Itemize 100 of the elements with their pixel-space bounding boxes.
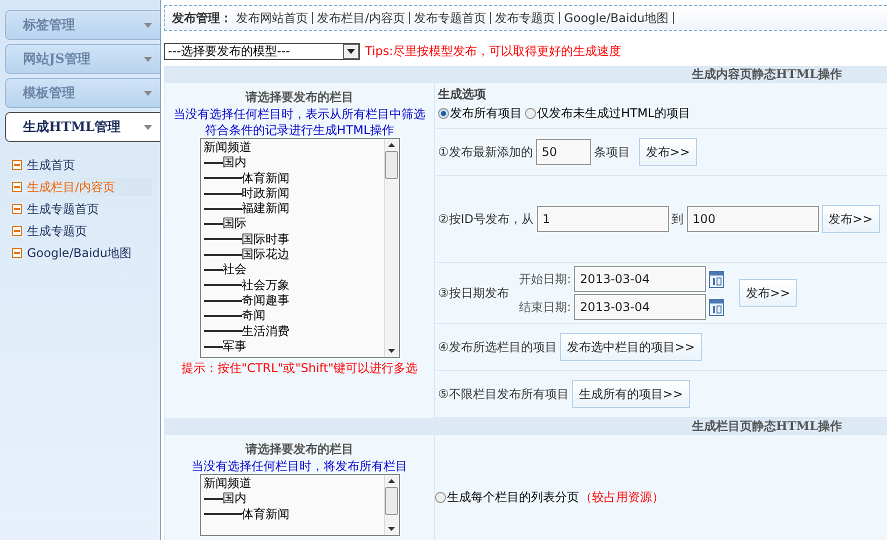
caret-icon (144, 90, 152, 96)
model-select[interactable]: ---选择要发布的模型--- (164, 43, 360, 60)
list-option[interactable]: 国际 (222, 216, 246, 232)
publish-button[interactable]: 发布选中栏目的项目>> (560, 333, 702, 361)
date-field[interactable]: 2013-03-04 (574, 294, 706, 320)
tree-line (204, 223, 222, 226)
options-title: 生成选项 (438, 86, 487, 103)
caret-icon (144, 22, 152, 28)
picker-title: 请选择要发布的栏目 (246, 89, 354, 106)
picker-note: 当没有选择任何栏目时，表示从所有栏目中筛选符合条件的记录进行生成HTML操作 (172, 106, 426, 138)
section-header: 生成内容页静态HTML操作 (164, 66, 887, 83)
collapse-icon (12, 182, 22, 192)
publish-button[interactable]: 发布>> (739, 279, 798, 307)
row-label: ③按日期发布 (438, 284, 510, 302)
list-option[interactable]: 国内 (222, 491, 246, 507)
column-list[interactable]: 新闻频道 国内 体育新闻 时政新闻 福建新闻 国际 国际时事 国际花边 社会 社会万象 奇闻趣事 奇闻 生活消费 军事 (200, 138, 400, 358)
publish-button[interactable]: 发布>> (638, 138, 697, 166)
date-label: 开始日期: (519, 270, 572, 288)
scroll-up-icon[interactable] (388, 143, 395, 147)
list-option[interactable]: 奇闻 (242, 308, 266, 324)
row-label: ①发布最新添加的 (438, 144, 533, 160)
list-option[interactable]: 国际花边 (242, 247, 290, 262)
tree-line (204, 192, 242, 195)
breadcrumb-link[interactable]: 发布网站首页 (232, 12, 313, 24)
section-header: 生成栏目页静态HTML操作 (164, 418, 887, 435)
tree-line (204, 238, 242, 240)
list-option[interactable]: 时政新闻 (242, 186, 290, 202)
tree-line (204, 498, 222, 500)
scroll-thumb[interactable] (385, 487, 398, 515)
list-option[interactable]: 新闻频道 (204, 476, 252, 492)
tree-line (204, 254, 242, 256)
hint-text: 提示：按住"CTRL"或"Shift"键可以进行多选 (181, 360, 418, 377)
tree-line (204, 208, 242, 210)
picker-note: 当没有选择任何栏目时，将发布所有栏目 (192, 458, 408, 474)
radio-label[interactable]: 生成每个栏目的列表分页 (447, 489, 579, 506)
tips-text: Tips:尽里按模型发布，可以取得更好的生成速度 (365, 43, 622, 60)
breadcrumb-link[interactable]: 发布专题首页 (410, 12, 492, 24)
list-option[interactable]: 国内 (222, 155, 246, 171)
tree-line (204, 284, 242, 286)
row-label: ④发布所选栏目的项目 (438, 338, 557, 356)
sidebar-item[interactable]: Google/Baidu地图 (12, 244, 152, 262)
scroll-thumb[interactable] (385, 151, 398, 179)
calendar-icon[interactable] (709, 298, 724, 316)
list-option[interactable]: 社会万象 (242, 278, 290, 293)
collapse-icon (12, 226, 22, 236)
list-option[interactable]: 体育新闻 (242, 506, 290, 522)
sidebar-item[interactable]: 生成专题页 (12, 222, 152, 240)
tree-line (204, 330, 242, 332)
radio-label[interactable]: 发布所有项目 (450, 105, 522, 122)
tree-line (204, 346, 222, 348)
sidebar-item[interactable]: 生成首页 (12, 156, 152, 174)
list-option[interactable]: 奇闻趣事 (242, 292, 290, 308)
warning-text: （较占用资源） (580, 489, 664, 506)
menu-header[interactable]: 生成HTML管理 (5, 112, 160, 142)
caret-icon (144, 124, 152, 130)
radio-button[interactable] (525, 108, 536, 119)
scrollbar[interactable] (384, 475, 398, 535)
count-field[interactable]: 50 (536, 139, 591, 165)
collapse-icon (12, 204, 22, 214)
tree-line (204, 162, 222, 164)
unit-label: 条项目 (594, 144, 630, 160)
scroll-down-icon[interactable] (388, 527, 395, 531)
tree-line (204, 314, 242, 317)
breadcrumb-link[interactable]: 发布栏目/内容页 (313, 12, 410, 24)
to-label: 到 (672, 210, 684, 228)
list-option[interactable]: 军事 (222, 338, 246, 354)
breadcrumb-link[interactable]: 发布专题页 (491, 12, 560, 24)
scroll-up-icon[interactable] (388, 479, 395, 483)
list-option[interactable]: 新闻频道 (204, 140, 252, 156)
list-option[interactable]: 社会 (222, 262, 246, 278)
sidebar-item[interactable]: 生成专题首页 (12, 200, 152, 218)
scrollbar[interactable] (384, 139, 398, 357)
calendar-icon[interactable] (709, 270, 724, 288)
list-option[interactable]: 国际时事 (242, 232, 290, 248)
id-to-field[interactable]: 100 (686, 206, 819, 232)
date-label: 结束日期: (519, 298, 572, 316)
radio-button[interactable] (435, 492, 446, 503)
column-list[interactable]: 新闻频道 国内 体育新闻 (200, 474, 400, 536)
picker-title: 请选择要发布的栏目 (246, 441, 354, 458)
collapse-icon (12, 248, 22, 258)
scroll-down-icon[interactable] (388, 349, 395, 353)
collapse-icon (12, 160, 22, 170)
list-option[interactable]: 生活消费 (242, 324, 290, 339)
tree-line (204, 513, 242, 516)
dropdown-icon (343, 44, 359, 59)
radio-button[interactable] (438, 108, 449, 119)
radio-label[interactable]: 仅发布未生成过HTML的项目 (537, 105, 690, 122)
id-from-field[interactable]: 1 (536, 206, 669, 232)
date-field[interactable]: 2013-03-04 (574, 266, 706, 292)
tree-line (204, 177, 242, 180)
caret-icon (144, 56, 152, 62)
list-option[interactable]: 福建新闻 (242, 201, 290, 216)
tree-line (204, 300, 242, 302)
publish-button[interactable]: 发布>> (822, 205, 880, 233)
row-label: ⑤不限栏目发布所有项目 (438, 386, 569, 402)
breadcrumb-link[interactable]: Google/Baidu地图 (560, 12, 674, 24)
list-option[interactable]: 体育新闻 (242, 170, 290, 186)
breadcrumb-title: 发布管理： (172, 10, 232, 26)
tree-line (204, 269, 222, 272)
publish-button[interactable]: 生成所有的项目>> (572, 380, 690, 408)
